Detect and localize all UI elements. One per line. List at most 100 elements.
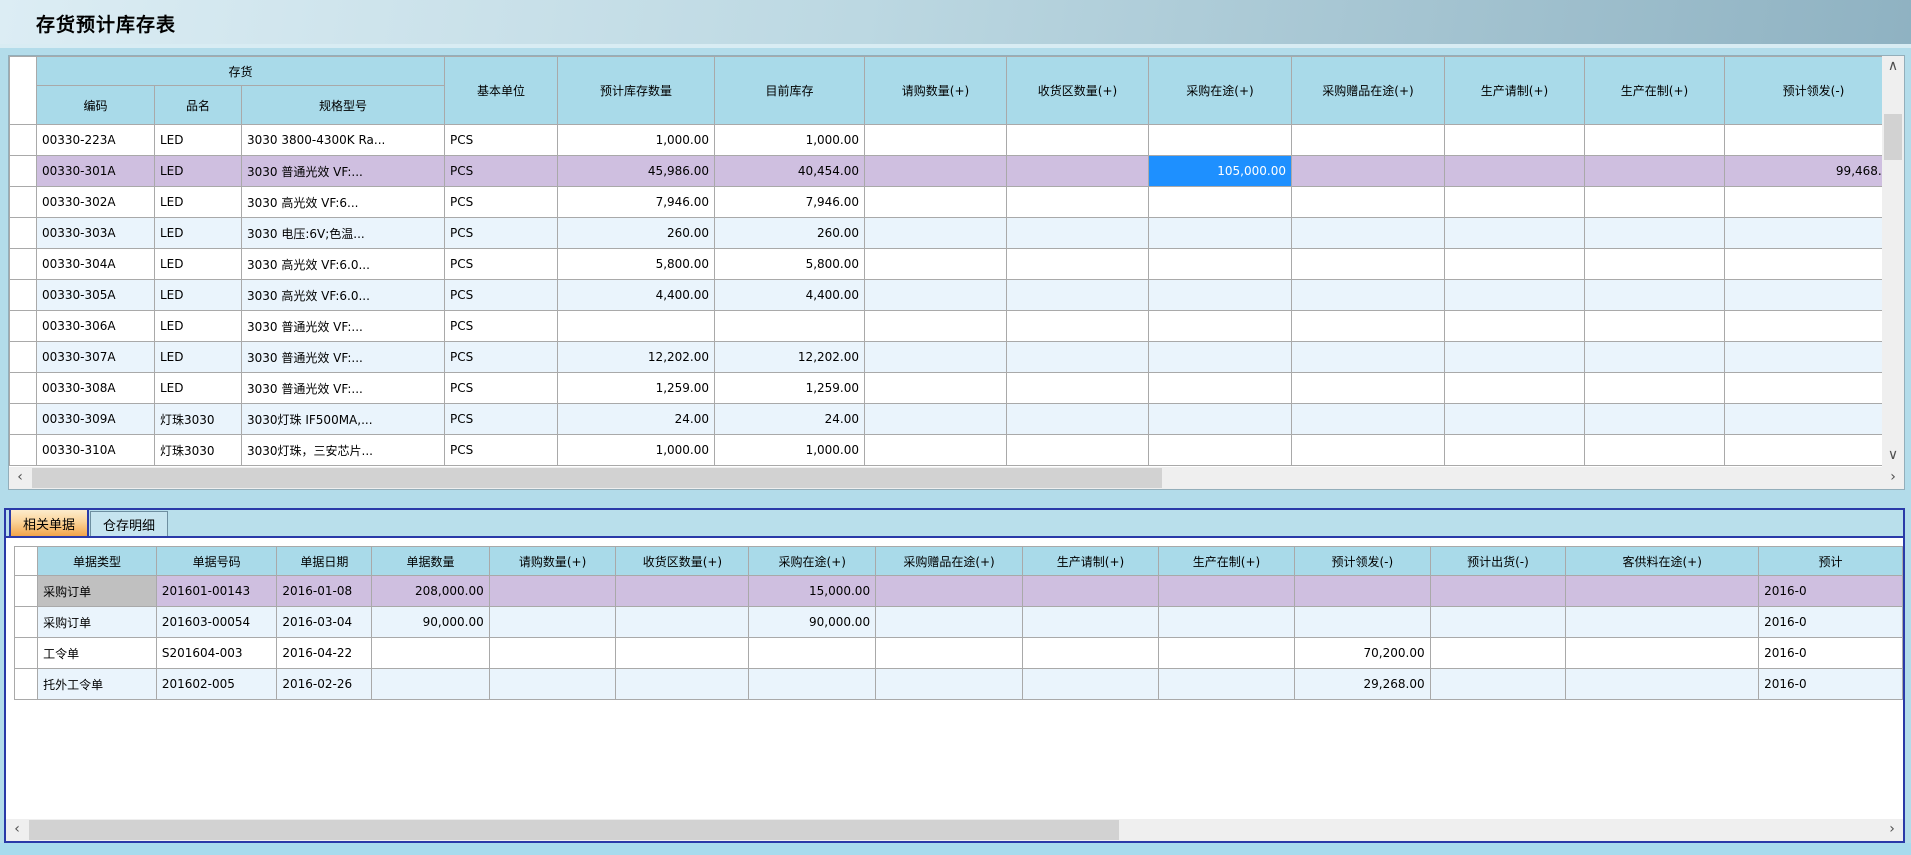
grid-cell[interactable] [1294,607,1430,638]
grid-cell[interactable]: 90,000.00 [749,607,876,638]
grid-cell[interactable] [1585,373,1725,404]
grid-cell[interactable]: 托外工令单 [38,669,157,700]
grid-cell[interactable]: 24.00 [558,404,715,435]
grid-cell[interactable]: PCS [445,218,558,249]
grid-cell[interactable]: 1,000.00 [558,125,715,156]
grid-cell[interactable]: 24.00 [715,404,865,435]
grid-cell[interactable] [616,607,749,638]
column-header[interactable]: 采购赠品在途(+) [876,547,1023,576]
grid-cell[interactable] [1292,156,1445,187]
grid-cell[interactable] [1149,404,1292,435]
column-header[interactable]: 规格型号 [242,86,445,125]
grid-cell[interactable] [1007,156,1149,187]
grid-cell[interactable]: S201604-003 [156,638,277,669]
row-indicator[interactable] [15,607,38,638]
grid-cell[interactable]: 00330-223A [37,125,155,156]
grid-cell[interactable]: 5,800.00 [715,249,865,280]
grid-cell[interactable] [1022,638,1158,669]
column-header[interactable]: 单据日期 [277,547,372,576]
grid-cell[interactable]: 4,400.00 [558,280,715,311]
grid-cell[interactable]: LED [155,342,242,373]
grid-cell[interactable] [1445,125,1585,156]
column-header[interactable]: 收货区数量(+) [616,547,749,576]
grid-cell[interactable]: 12,202.00 [558,342,715,373]
grid-cell[interactable] [1566,638,1759,669]
grid-cell[interactable] [865,435,1007,466]
grid-cell[interactable] [1292,249,1445,280]
tab-related-documents[interactable]: 相关单据 [9,508,89,536]
grid-cell[interactable] [1149,218,1292,249]
grid-cell[interactable] [749,638,876,669]
grid-cell[interactable] [1445,404,1585,435]
grid-cell[interactable]: 90,000.00 [372,607,489,638]
row-indicator[interactable] [10,404,37,435]
grid-cell[interactable] [1725,342,1903,373]
grid-cell[interactable] [1725,218,1903,249]
grid-cell[interactable] [489,638,616,669]
grid-cell[interactable] [1149,187,1292,218]
grid-cell[interactable]: 70,200.00 [1294,638,1430,669]
grid-cell[interactable]: 2016-0 [1759,669,1903,700]
grid-cell[interactable] [1585,218,1725,249]
grid-cell[interactable] [1158,576,1294,607]
grid-cell[interactable]: PCS [445,249,558,280]
grid-cell[interactable] [865,311,1007,342]
grid-cell[interactable]: 15,000.00 [749,576,876,607]
scroll-right-icon[interactable]: › [1881,819,1903,841]
grid-cell[interactable] [1158,669,1294,700]
grid-cell[interactable] [1585,280,1725,311]
grid-cell[interactable]: PCS [445,404,558,435]
column-header[interactable]: 预计库存数量 [558,57,715,125]
scroll-down-icon[interactable]: ∨ [1882,445,1904,467]
grid-cell[interactable]: 99,468.00 [1725,156,1903,187]
row-indicator[interactable] [10,311,37,342]
grid-cell[interactable] [1445,218,1585,249]
grid-cell[interactable] [1445,342,1585,373]
grid-cell[interactable] [1007,404,1149,435]
row-indicator[interactable] [10,218,37,249]
grid-cell[interactable] [1149,435,1292,466]
grid-cell[interactable]: PCS [445,280,558,311]
grid-cell[interactable]: 201601-00143 [156,576,277,607]
grid-cell[interactable] [1007,187,1149,218]
grid-cell[interactable] [1725,404,1903,435]
grid-cell[interactable]: PCS [445,156,558,187]
grid-cell[interactable]: 灯珠3030 [155,435,242,466]
horizontal-scrollbar-thumb[interactable] [29,820,1119,840]
column-header[interactable]: 预计领发(-) [1725,57,1903,125]
scroll-right-icon[interactable]: › [1882,467,1904,489]
grid-cell[interactable]: 7,946.00 [715,187,865,218]
grid-cell[interactable] [1725,435,1903,466]
grid-cell[interactable]: 00330-307A [37,342,155,373]
grid-cell[interactable]: PCS [445,342,558,373]
grid-cell[interactable] [1292,218,1445,249]
column-header[interactable]: 基本单位 [445,57,558,125]
grid-cell[interactable] [876,607,1023,638]
row-indicator[interactable] [10,373,37,404]
row-indicator[interactable] [10,187,37,218]
grid-cell[interactable]: LED [155,311,242,342]
grid-cell[interactable]: 201602-005 [156,669,277,700]
grid-cell[interactable] [1292,125,1445,156]
grid-cell[interactable] [1022,669,1158,700]
horizontal-scrollbar-thumb[interactable] [32,468,1162,488]
grid-cell[interactable] [876,576,1023,607]
row-indicator[interactable] [10,156,37,187]
grid-cell[interactable]: 260.00 [715,218,865,249]
grid-cell[interactable] [1292,311,1445,342]
grid-cell[interactable] [1158,638,1294,669]
grid-cell[interactable]: 5,800.00 [558,249,715,280]
grid-cell[interactable]: 4,400.00 [715,280,865,311]
horizontal-scrollbar-top[interactable]: ‹ › [9,467,1904,489]
grid-cell[interactable] [1292,435,1445,466]
column-header[interactable]: 采购赠品在途(+) [1292,57,1445,125]
vertical-scrollbar-thumb[interactable] [1884,114,1902,160]
grid-cell[interactable]: 29,268.00 [1294,669,1430,700]
grid-cell[interactable] [616,669,749,700]
grid-cell[interactable] [865,187,1007,218]
grid-cell[interactable]: 1,000.00 [558,435,715,466]
grid-cell[interactable]: 3030灯珠，三安芯片... [242,435,445,466]
grid-cell[interactable]: 1,000.00 [715,435,865,466]
column-header[interactable]: 客供料在途(+) [1566,547,1759,576]
column-header[interactable]: 生产在制(+) [1158,547,1294,576]
